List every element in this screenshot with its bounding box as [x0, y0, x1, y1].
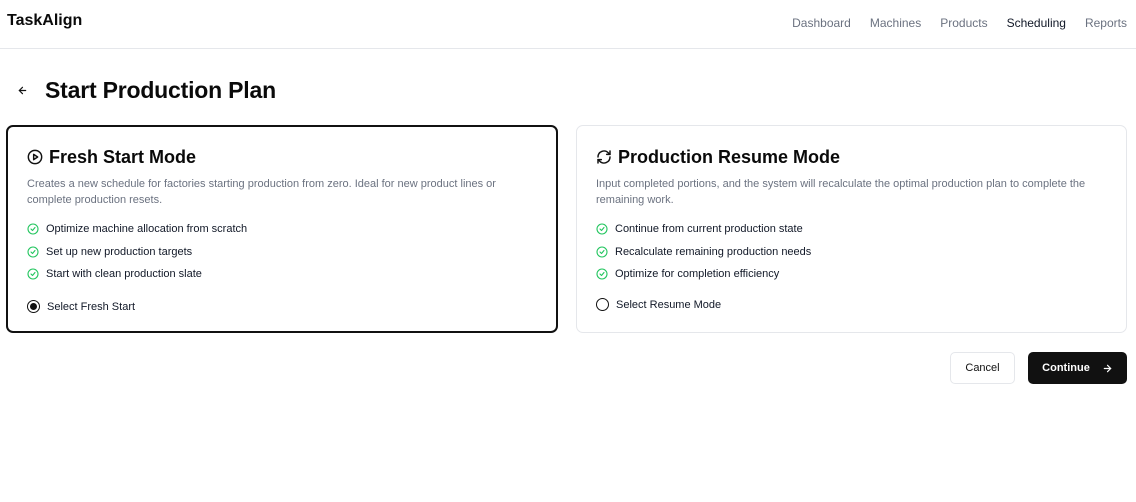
list-item: Optimize machine allocation from scratch: [27, 222, 538, 236]
list-item: Start with clean production slate: [27, 267, 538, 281]
play-circle-icon: [27, 149, 43, 165]
resume-mode-title-row: Production Resume Mode: [596, 147, 1108, 167]
check-circle-icon: [27, 245, 39, 258]
brand-logo[interactable]: TaskAlign: [7, 12, 82, 30]
back-button[interactable]: [14, 76, 30, 104]
main-nav: Dashboard Machines Products Scheduling R…: [792, 16, 1127, 30]
fresh-start-card[interactable]: Fresh Start Mode Creates a new schedule …: [6, 125, 558, 333]
list-item: Continue from current production state: [596, 222, 1108, 236]
resume-mode-description: Input completed portions, and the system…: [596, 178, 1086, 206]
fresh-start-features: Optimize machine allocation from scratch…: [27, 222, 538, 281]
resume-mode-radio-row[interactable]: Select Resume Mode: [596, 298, 721, 311]
nav-products[interactable]: Products: [940, 16, 987, 30]
resume-mode-radio[interactable]: [596, 298, 609, 311]
nav-dashboard[interactable]: Dashboard: [792, 16, 851, 30]
feature-label: Optimize for completion efficiency: [615, 268, 780, 280]
resume-mode-title: Production Resume Mode: [618, 146, 841, 167]
fresh-start-radio-row[interactable]: Select Fresh Start: [27, 300, 135, 313]
arrow-left-icon: [18, 86, 26, 94]
feature-label: Set up new production targets: [46, 245, 193, 258]
feature-label: Start with clean production slate: [46, 268, 202, 280]
feature-label: Recalculate remaining production needs: [615, 245, 812, 258]
continue-button[interactable]: Continue: [1028, 352, 1127, 384]
fresh-start-description: Creates a new schedule for factories sta…: [27, 178, 496, 206]
resume-mode-card[interactable]: Production Resume Mode Input completed p…: [576, 125, 1127, 333]
check-circle-icon: [596, 245, 608, 258]
list-item: Set up new production targets: [27, 245, 538, 259]
cancel-button[interactable]: Cancel: [950, 352, 1015, 384]
nav-reports[interactable]: Reports: [1085, 16, 1127, 30]
form-actions: Cancel Continue: [950, 352, 1127, 384]
list-item: Optimize for completion efficiency: [596, 267, 1108, 281]
fresh-start-title-row: Fresh Start Mode: [27, 147, 538, 167]
nav-scheduling[interactable]: Scheduling: [1007, 16, 1066, 30]
feature-label: Optimize machine allocation from scratch: [46, 223, 248, 235]
feature-label: Continue from current production state: [615, 223, 803, 235]
list-item: Recalculate remaining production needs: [596, 245, 1108, 259]
check-circle-icon: [27, 223, 39, 235]
page-header: Start Production Plan: [14, 76, 276, 104]
nav-machines[interactable]: Machines: [870, 16, 921, 30]
continue-button-label: Continue: [1042, 362, 1090, 374]
resume-mode-features: Continue from current production state R…: [596, 222, 1108, 281]
check-circle-icon: [27, 268, 39, 280]
resume-mode-radio-label[interactable]: Select Resume Mode: [616, 299, 721, 311]
refresh-icon: [597, 150, 611, 164]
fresh-start-title: Fresh Start Mode: [49, 146, 197, 167]
fresh-start-radio[interactable]: [27, 300, 40, 313]
check-circle-icon: [596, 223, 608, 235]
arrow-right-icon: [1103, 364, 1112, 372]
page-title: Start Production Plan: [45, 76, 276, 103]
check-circle-icon: [596, 268, 608, 280]
top-navbar: TaskAlign Dashboard Machines Products Sc…: [0, 0, 1136, 49]
fresh-start-radio-label[interactable]: Select Fresh Start: [47, 301, 135, 313]
